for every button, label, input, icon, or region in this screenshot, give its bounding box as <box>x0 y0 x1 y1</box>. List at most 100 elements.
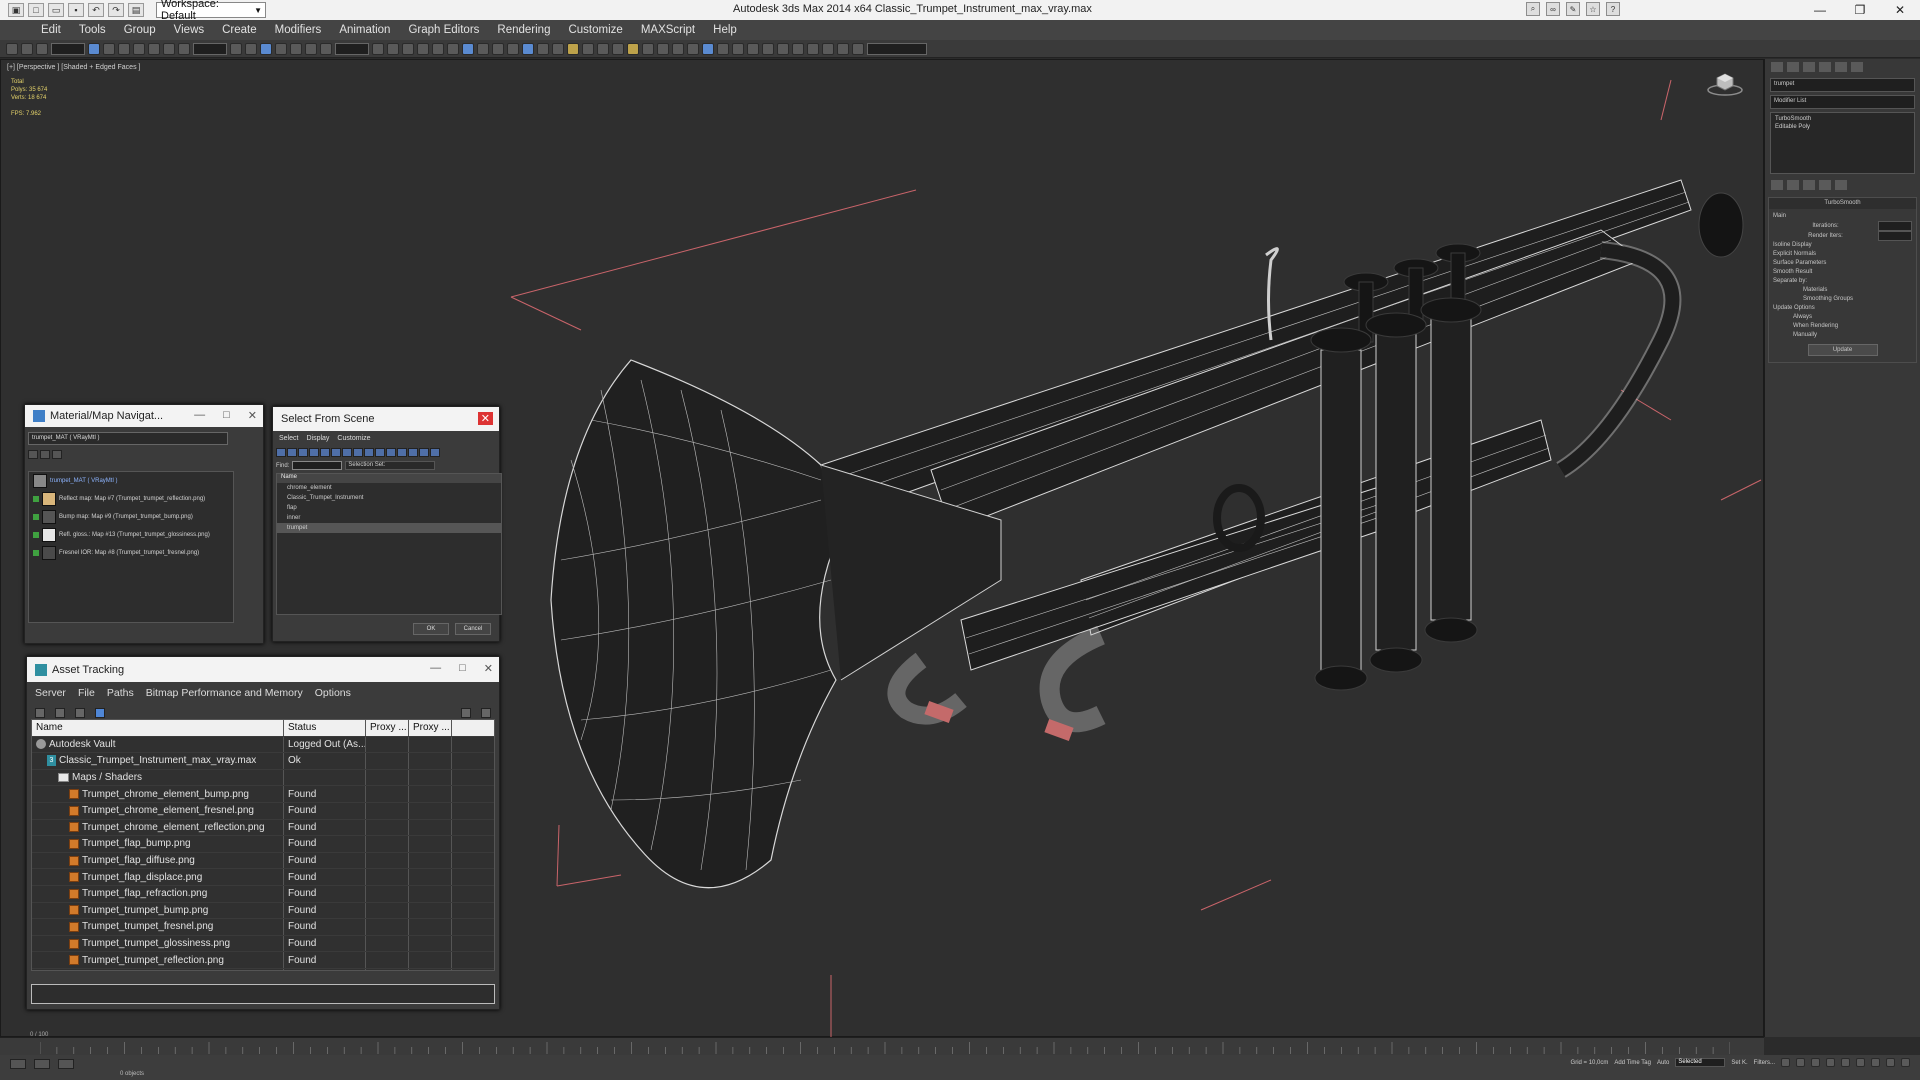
render-setup-icon[interactable] <box>477 42 489 55</box>
large-icons-icon[interactable] <box>52 450 62 459</box>
list-item[interactable]: Classic_Trumpet_Instrument <box>277 493 501 503</box>
tools-icon[interactable]: ✎ <box>1566 2 1580 16</box>
timeline[interactable] <box>0 1037 1764 1055</box>
table-row[interactable]: Maps / Shaders <box>32 769 494 787</box>
explicit-normals-checkbox[interactable]: Explicit Normals <box>1773 250 1912 259</box>
list-view-icon[interactable] <box>28 450 38 459</box>
asset-tracking-titlebar[interactable]: Asset Tracking — □ ✕ <box>27 657 499 682</box>
menu-animation[interactable]: Animation <box>330 24 399 36</box>
go-to-end-icon[interactable] <box>1841 1058 1850 1067</box>
named-selection-dropdown[interactable] <box>335 42 369 55</box>
render-production-icon[interactable] <box>507 42 519 55</box>
maximize-viewport-icon[interactable] <box>1901 1058 1910 1067</box>
filter-frozen-icon[interactable] <box>386 448 396 457</box>
render-iters-spinner[interactable] <box>1878 231 1912 241</box>
table-icon[interactable] <box>75 708 85 718</box>
create-tab-icon[interactable] <box>1771 62 1783 72</box>
vray-settings-icon[interactable] <box>717 42 729 55</box>
iterations-spinner[interactable] <box>1877 221 1912 231</box>
rollout-title[interactable]: TurboSmooth <box>1769 198 1916 209</box>
help-icon[interactable]: ? <box>1606 2 1620 16</box>
tree-item-map[interactable]: Fresnel IOR: Map #8 (Trumpet_trumpet_fre… <box>29 544 233 562</box>
filter-containers-icon[interactable] <box>375 448 385 457</box>
tree-item-map[interactable]: Bump map: Map #9 (Trumpet_trumpet_bump.p… <box>29 508 233 526</box>
menu-display[interactable]: Display <box>306 435 329 442</box>
hierarchy-tab-icon[interactable] <box>1803 62 1815 72</box>
minimize-button[interactable]: — <box>1800 0 1840 20</box>
tree-item-material[interactable]: trumpet_MAT ( VRayMtl ) <box>29 472 233 490</box>
modify-tab-icon[interactable] <box>1787 62 1799 72</box>
workspace-dropdown[interactable]: Workspace: Default ▼ <box>156 0 266 22</box>
link-icon[interactable] <box>6 42 18 55</box>
table-row[interactable]: Trumpet_trumpet_fresnel.png Found <box>32 919 494 936</box>
pin-stack-icon[interactable] <box>1771 180 1783 190</box>
maximize-icon[interactable]: □ <box>459 662 466 675</box>
vray-camera-icon[interactable] <box>657 42 669 55</box>
selection-filter-dropdown[interactable] <box>51 42 85 55</box>
undo-icon[interactable]: ↶ <box>88 3 104 17</box>
vray-render-icon[interactable] <box>777 42 789 55</box>
close-icon[interactable]: ✕ <box>484 662 493 675</box>
vray-edit-icon[interactable] <box>807 42 819 55</box>
maximize-button[interactable]: ❐ <box>1840 0 1880 20</box>
pan-icon[interactable] <box>1871 1058 1880 1067</box>
minimize-icon[interactable]: — <box>430 662 441 675</box>
ok-button[interactable]: OK <box>413 623 449 635</box>
filters-button[interactable]: Filters... <box>1754 1060 1775 1066</box>
previous-frame-icon[interactable] <box>1796 1058 1805 1067</box>
vray-capture-icon[interactable] <box>852 42 864 55</box>
menu-server[interactable]: Server <box>35 687 66 699</box>
filter-cameras-icon[interactable] <box>309 448 319 457</box>
menu-maxscript[interactable]: MAXScript <box>632 24 704 36</box>
pin-icon[interactable] <box>481 708 491 718</box>
graphite-ribbon-icon[interactable] <box>417 42 429 55</box>
auto-key-button[interactable]: Auto <box>1657 1060 1669 1066</box>
bind-icon[interactable] <box>36 42 48 55</box>
filter-hidden-icon[interactable] <box>397 448 407 457</box>
table-row[interactable]: 3 Classic_Trumpet_Instrument_max_vray.max… <box>32 753 494 770</box>
vray-exposure-icon[interactable] <box>792 42 804 55</box>
snap-toggle-icon[interactable] <box>260 42 272 55</box>
smooth-result-checkbox[interactable]: Smooth Result <box>1773 268 1912 277</box>
always-radio[interactable]: Always <box>1773 313 1912 322</box>
angle-snap-icon[interactable] <box>275 42 287 55</box>
thumbnail-view-icon[interactable] <box>40 450 50 459</box>
column-status[interactable]: Status <box>284 720 366 736</box>
vray-dome-light-icon[interactable] <box>627 42 639 55</box>
menu-paths[interactable]: Paths <box>107 687 134 699</box>
column-name[interactable]: Name <box>32 720 284 736</box>
table-row[interactable]: Trumpet_chrome_element_fresnel.png Found <box>32 802 494 820</box>
table-row[interactable]: Trumpet_flap_displace.png Found <box>32 869 494 886</box>
filter-bones-icon[interactable] <box>364 448 374 457</box>
time-ruler[interactable] <box>40 1040 1730 1054</box>
vray-ies-icon[interactable] <box>672 42 684 55</box>
menu-group[interactable]: Group <box>115 24 165 36</box>
add-time-tag-button[interactable]: Add Time Tag <box>1614 1060 1651 1066</box>
isolate-icon[interactable] <box>34 1059 50 1069</box>
menu-graph-editors[interactable]: Graph Editors <box>399 24 488 36</box>
material-name-field[interactable]: trumpet_MAT ( VRayMtl ) <box>28 432 228 445</box>
minimize-icon[interactable]: — <box>194 409 205 422</box>
show-end-result-icon[interactable] <box>1787 180 1799 190</box>
pivot-icon[interactable] <box>230 42 242 55</box>
table-row[interactable]: Trumpet_flap_bump.png Found <box>32 836 494 853</box>
search-icon[interactable]: ⌕ <box>1526 2 1540 16</box>
maximize-icon[interactable]: □ <box>223 409 230 422</box>
smoothing-groups-checkbox[interactable]: Smoothing Groups <box>1773 295 1912 304</box>
close-button[interactable]: ✕ <box>1880 0 1920 20</box>
asset-table[interactable]: Name Status Proxy ... Proxy ... Autodesk… <box>31 719 495 971</box>
material-tree[interactable]: trumpet_MAT ( VRayMtl ) Reflect map: Map… <box>28 471 234 623</box>
menu-rendering[interactable]: Rendering <box>488 24 559 36</box>
select-from-scene-titlebar[interactable]: Select From Scene ✕ <box>273 407 499 431</box>
object-name-field[interactable]: trumpet <box>1770 78 1915 92</box>
select-all-icon[interactable] <box>408 448 418 457</box>
stack-item-turbosmooth[interactable]: TurboSmooth <box>1775 115 1910 123</box>
table-row[interactable]: Trumpet_trumpet_reflection.png Found <box>32 952 494 969</box>
rendered-frame-window-icon[interactable] <box>492 42 504 55</box>
star-icon[interactable]: ☆ <box>1586 2 1600 16</box>
filter-xrefs-icon[interactable] <box>353 448 363 457</box>
redo-icon[interactable]: ↷ <box>108 3 124 17</box>
list-item[interactable]: inner <box>277 513 501 523</box>
remove-modifier-icon[interactable] <box>1819 180 1831 190</box>
material-editor-icon[interactable] <box>462 42 474 55</box>
